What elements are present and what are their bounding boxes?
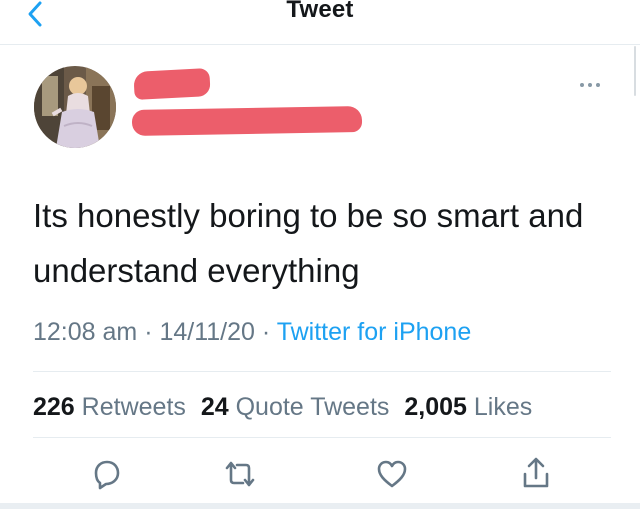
dot: [580, 83, 584, 87]
top-bar: Tweet: [0, 0, 640, 45]
quote-tweets-label: Quote Tweets: [235, 393, 390, 421]
tweet-stats: 226 Retweets 24 Quote Tweets 2,005 Likes: [33, 393, 540, 422]
meta-separator: ·: [254, 318, 277, 346]
tweet-source-link[interactable]: Twitter for iPhone: [277, 318, 472, 346]
dot: [596, 83, 600, 87]
likes-count: 2,005: [404, 393, 467, 421]
tweet-text: Its honestly boring to be so smart and u…: [33, 188, 613, 298]
share-icon: [523, 457, 549, 488]
tweet-time: 12:08 am: [33, 318, 138, 346]
dot: [588, 83, 592, 87]
divider: [33, 437, 611, 438]
page-title: Tweet: [286, 0, 354, 23]
bottom-edge: [0, 503, 640, 509]
tweet-meta: 12:08 am · 14/11/20 · Twitter for iPhone: [33, 318, 471, 347]
retweets-stat[interactable]: 226 Retweets: [33, 393, 186, 421]
meta-separator: ·: [137, 318, 160, 346]
redacted-display-name: [133, 68, 211, 100]
quote-tweets-stat[interactable]: 24 Quote Tweets: [201, 393, 390, 421]
tweet-line-2: understand everything: [33, 252, 360, 289]
retweet-button[interactable]: [218, 452, 262, 496]
scrollbar[interactable]: [634, 46, 636, 96]
share-button[interactable]: [514, 452, 558, 496]
reply-icon: [94, 460, 120, 490]
likes-label: Likes: [473, 393, 533, 421]
like-button[interactable]: [370, 452, 414, 496]
avatar[interactable]: [34, 66, 116, 148]
divider: [33, 371, 611, 372]
profile-avatar: [34, 66, 116, 148]
retweets-count: 226: [33, 393, 75, 421]
tweet-line-1: Its honestly boring to be so smart and: [33, 197, 584, 234]
reply-button[interactable]: [84, 452, 128, 496]
like-icon: [377, 460, 407, 488]
retweet-icon: [225, 461, 255, 487]
action-bar: [0, 452, 640, 497]
retweets-label: Retweets: [81, 393, 186, 421]
quote-tweets-count: 24: [200, 393, 229, 421]
more-options-icon[interactable]: [580, 83, 608, 93]
redacted-username: [131, 105, 363, 137]
likes-stat[interactable]: 2,005 Likes: [404, 393, 532, 421]
tweet-date: 14/11/20: [159, 318, 255, 346]
